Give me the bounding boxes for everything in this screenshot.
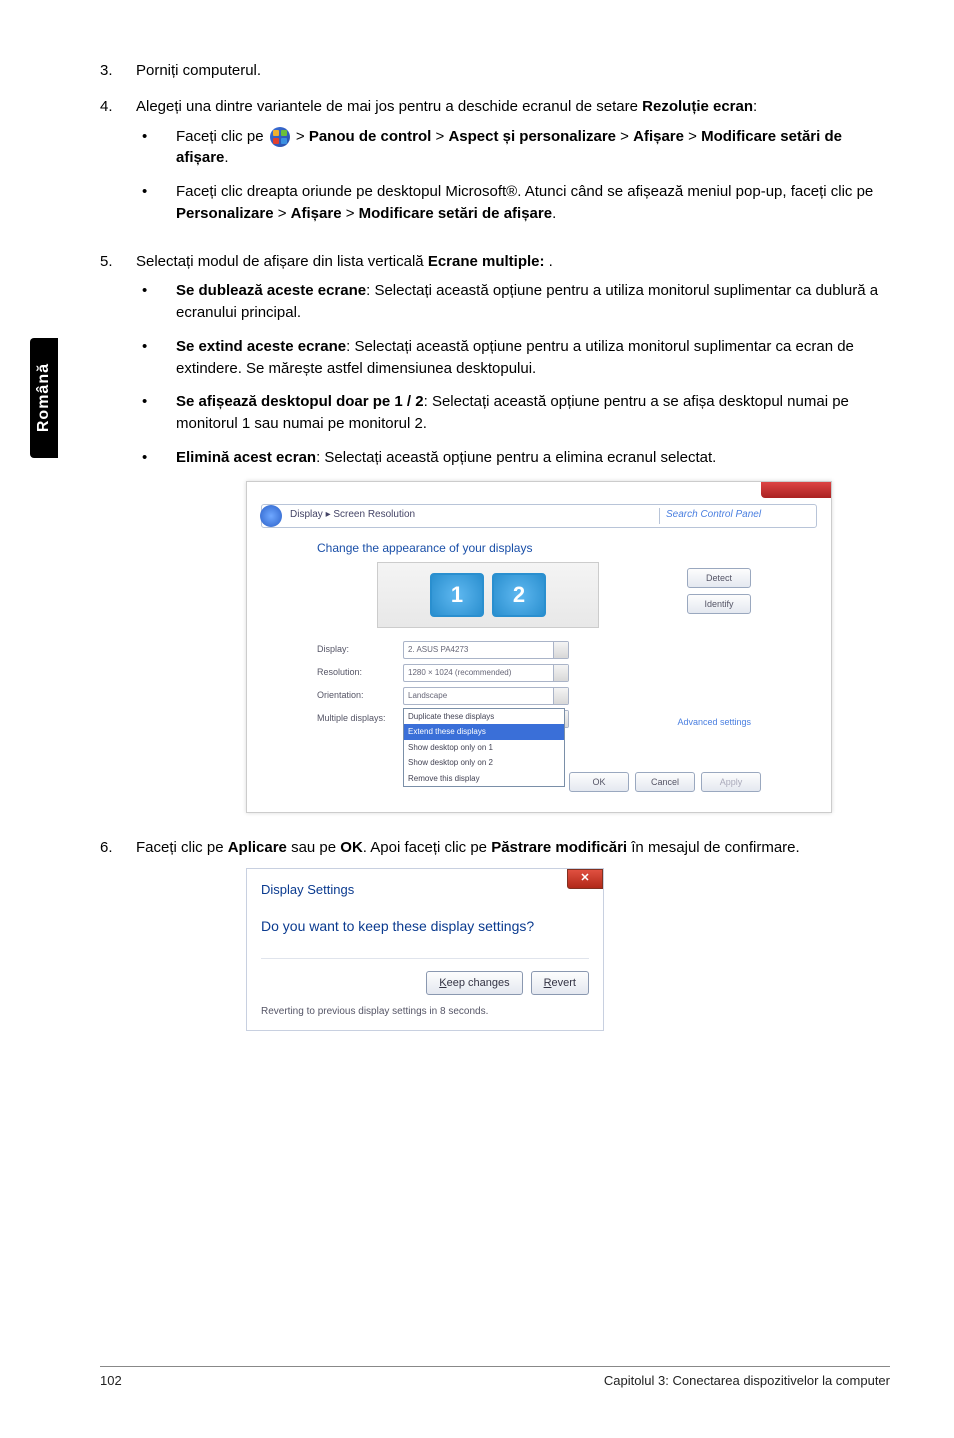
display-select[interactable]: 2. ASUS PA4273: [403, 641, 569, 659]
step-number: 6.: [100, 837, 136, 1031]
chevron-down-icon[interactable]: [553, 642, 568, 658]
identify-button[interactable]: Identify: [687, 594, 751, 614]
dropdown-item[interactable]: Show desktop only on 1: [404, 740, 564, 756]
chevron-down-icon[interactable]: [553, 665, 568, 681]
monitor-preview[interactable]: 1 2: [377, 562, 599, 628]
document-body: 3. Porniți computerul. 4. Alegeți una di…: [100, 60, 890, 1045]
resolution-label: Resolution:: [317, 666, 403, 679]
screen-resolution-window: Display ▸ Screen Resolution Search Contr…: [246, 481, 832, 813]
step-3: 3. Porniți computerul.: [100, 60, 890, 82]
breadcrumb-path[interactable]: Display ▸ Screen Resolution: [290, 508, 415, 523]
resolution-select[interactable]: 1280 × 1024 (recommended): [403, 664, 569, 682]
chapter-title: Capitolul 3: Conectarea dispozitivelor l…: [604, 1373, 890, 1388]
dropdown-item[interactable]: Remove this display: [404, 771, 564, 787]
page-number: 102: [100, 1373, 122, 1388]
multiple-label: Multiple displays:: [317, 712, 403, 725]
step-4: 4. Alegeți una dintre variantele de mai …: [100, 96, 890, 237]
apply-button[interactable]: Apply: [701, 772, 761, 792]
close-icon[interactable]: ✕: [567, 869, 603, 889]
orientation-select[interactable]: Landscape: [403, 687, 569, 705]
opt-extend: •Se extind aceste ecrane: Selectați acea…: [136, 336, 890, 380]
advanced-settings-link[interactable]: Advanced settings: [677, 716, 751, 729]
step-number: 3.: [100, 60, 136, 82]
dropdown-item-selected[interactable]: Extend these displays: [404, 724, 564, 740]
language-tab-text: Română: [35, 363, 53, 432]
cancel-button[interactable]: Cancel: [635, 772, 695, 792]
substep-4b: • Faceți clic dreapta oriunde pe desktop…: [136, 181, 890, 225]
language-tab: Română: [30, 338, 58, 458]
page-footer: 102 Capitolul 3: Conectarea dispozitivel…: [100, 1366, 890, 1388]
search-input[interactable]: Search Control Panel: [659, 508, 816, 524]
chevron-down-icon[interactable]: [553, 688, 568, 704]
dropdown-item[interactable]: Duplicate these displays: [404, 709, 564, 725]
multiple-displays-dropdown[interactable]: Duplicate these displays Extend these di…: [403, 708, 565, 788]
window-heading: Change the appearance of your displays: [317, 540, 532, 557]
display-label: Display:: [317, 643, 403, 656]
revert-button[interactable]: Revert: [531, 971, 589, 995]
monitor-2[interactable]: 2: [492, 573, 546, 617]
start-icon: [270, 127, 290, 147]
step-text: Porniți computerul.: [136, 60, 890, 82]
substep-4a: • Faceți clic pe > Panou de control > As…: [136, 126, 890, 170]
step-5: 5. Selectați modul de afișare din lista …: [100, 251, 890, 823]
step-number: 5.: [100, 251, 136, 823]
dropdown-item[interactable]: Show desktop only on 2: [404, 755, 564, 771]
display-settings-dialog: ✕ Display Settings Do you want to keep t…: [246, 868, 604, 1031]
dialog-message: Do you want to keep these display settin…: [261, 910, 589, 959]
keep-changes-button[interactable]: Keep changes: [426, 971, 522, 995]
step-bold: Rezoluție ecran: [642, 98, 753, 115]
orientation-label: Orientation:: [317, 689, 403, 702]
dialog-countdown: Reverting to previous display settings i…: [261, 1005, 589, 1020]
opt-duplicate: •Se dublează aceste ecrane: Selectați ac…: [136, 280, 890, 324]
monitor-1[interactable]: 1: [430, 573, 484, 617]
step-6: 6. Faceți clic pe Aplicare sau pe OK. Ap…: [100, 837, 890, 1031]
step-number: 4.: [100, 96, 136, 237]
step-lead: Alegeți una dintre variantele de mai jos…: [136, 98, 642, 115]
dialog-title: Display Settings: [261, 881, 589, 900]
opt-remove: •Elimină acest ecran: Selectați această …: [136, 447, 890, 469]
opt-showon: •Se afișează desktopul doar pe 1 / 2: Se…: [136, 391, 890, 435]
address-bar[interactable]: Display ▸ Screen Resolution Search Contr…: [261, 504, 817, 528]
window-close-area[interactable]: [761, 482, 831, 498]
back-button-icon[interactable]: [260, 505, 282, 527]
detect-button[interactable]: Detect: [687, 568, 751, 588]
ok-button[interactable]: OK: [569, 772, 629, 792]
